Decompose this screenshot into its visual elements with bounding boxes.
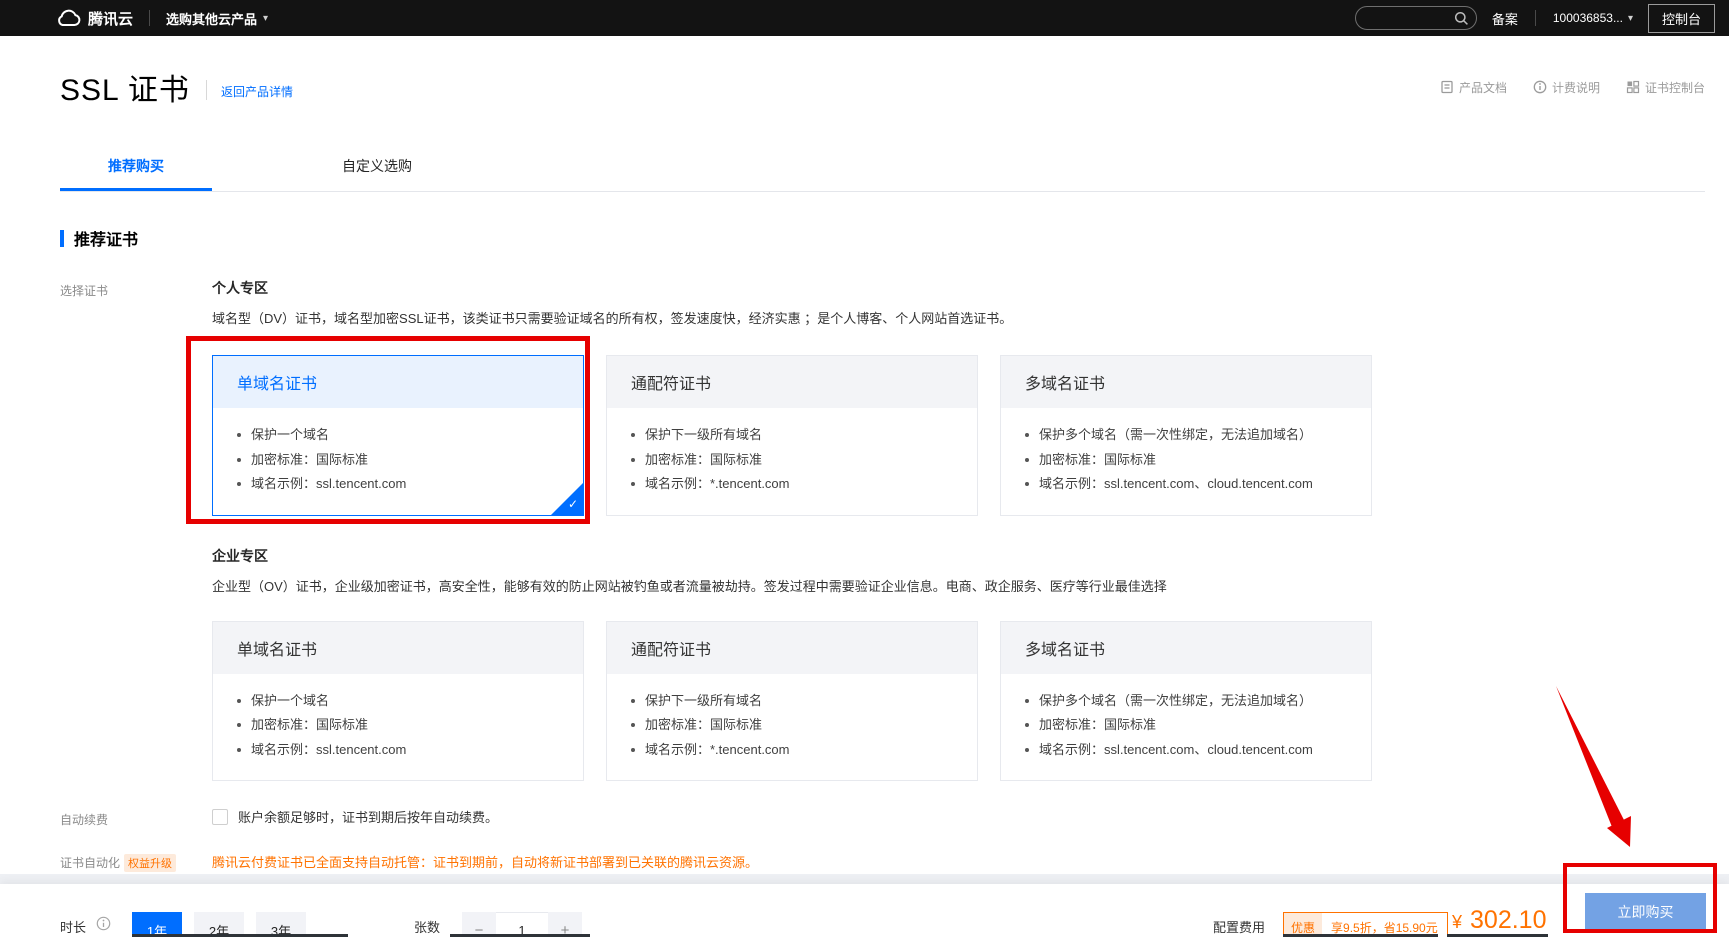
check-icon: ✓ [568, 497, 578, 511]
cloud-icon [55, 9, 81, 27]
document-icon [1440, 80, 1454, 94]
caret-down-icon: ▾ [263, 13, 268, 24]
benefit-upgrade-badge: 权益升级 [124, 854, 176, 872]
nav-search-box[interactable] [1355, 6, 1477, 30]
personal-zone-title: 个人专区 [212, 278, 1373, 298]
card-wildcard[interactable]: 通配符证书 保护下一级所有域名 加密标准：国际标准 域名示例：*.tencent… [606, 355, 978, 516]
automation-label: 证书自动化 [60, 854, 120, 871]
card-feature: 域名示例：ssl.tencent.com、cloud.tencent.com [1025, 472, 1347, 497]
enterprise-zone-desc: 企业型（OV）证书，企业级加密证书，高安全性，能够有效的防止网站被钓鱼或者流量被… [212, 576, 1373, 595]
personal-cards: 单域名证书 保护一个域名 加密标准：国际标准 域名示例：ssl.tencent.… [212, 355, 1373, 516]
brand-text: 腾讯云 [88, 8, 133, 29]
card-feature: 加密标准：国际标准 [237, 448, 559, 473]
section-accent-bar [60, 230, 64, 247]
account-menu[interactable]: 100036853... ▾ [1553, 11, 1633, 25]
card-feature: 域名示例：*.tencent.com [631, 472, 953, 497]
auto-renew-text: 账户余额足够时，证书到期后按年自动续费。 [238, 807, 498, 826]
beian-link[interactable]: 备案 [1492, 9, 1518, 28]
tab-custom[interactable]: 自定义选购 [302, 144, 452, 191]
card-wildcard-ov[interactable]: 通配符证书 保护下一级所有域名 加密标准：国际标准 域名示例：*.tencent… [606, 621, 978, 782]
auto-renew-label: 自动续费 [60, 807, 212, 828]
section-header: 推荐证书 [60, 226, 1705, 250]
title-divider [206, 80, 207, 100]
tab-recommended[interactable]: 推荐购买 [60, 144, 212, 191]
card-title: 通配符证书 [607, 356, 977, 408]
card-title: 单域名证书 [213, 356, 583, 408]
card-multi-domain-ov[interactable]: 多域名证书 保护多个域名（需一次性绑定，无法追加域名） 加密标准：国际标准 域名… [1000, 621, 1372, 782]
card-feature: 保护一个域名 [237, 423, 559, 448]
cert-console-link[interactable]: 证书控制台 [1626, 79, 1705, 96]
currency-symbol: ¥ [1452, 912, 1462, 933]
product-docs-link[interactable]: 产品文档 [1440, 79, 1507, 96]
card-feature: 加密标准：国际标准 [237, 713, 559, 738]
nav-divider [1535, 10, 1536, 26]
info-icon [1533, 80, 1547, 94]
card-feature: 加密标准：国际标准 [631, 713, 953, 738]
card-multi-domain[interactable]: 多域名证书 保护多个域名（需一次性绑定，无法追加域名） 加密标准：国际标准 域名… [1000, 355, 1372, 516]
duration-label: 时长 [60, 917, 86, 936]
auto-renew-checkbox[interactable] [212, 809, 228, 825]
other-products-menu[interactable]: 选购其他云产品 ▾ [166, 9, 268, 28]
card-single-domain-ov[interactable]: 单域名证书 保护一个域名 加密标准：国际标准 域名示例：ssl.tencent.… [212, 621, 584, 782]
back-to-product-link[interactable]: 返回产品详情 [221, 83, 293, 100]
card-title: 单域名证书 [213, 622, 583, 674]
account-id: 100036853... [1553, 11, 1623, 25]
card-title: 多域名证书 [1001, 356, 1371, 408]
selected-corner: ✓ [551, 483, 583, 515]
section-title: 推荐证书 [74, 226, 138, 250]
total-price: ¥ 302.10 [1452, 906, 1546, 935]
card-single-domain[interactable]: 单域名证书 保护一个域名 加密标准：国际标准 域名示例：ssl.tencent.… [212, 355, 584, 516]
card-feature: 加密标准：国际标准 [631, 448, 953, 473]
bottom-bar-shade [0, 874, 1729, 884]
product-docs-label: 产品文档 [1459, 79, 1507, 96]
purchase-bottom-bar: 时长 1年 2年 3年 张数 − + 配置费用 优惠 享9.5折，省15.90元… [0, 884, 1729, 937]
price-amount: 302.10 [1470, 906, 1546, 935]
buy-now-button[interactable]: 立即购买 [1585, 893, 1706, 931]
duration-info-icon[interactable] [96, 916, 111, 931]
card-feature: 加密标准：国际标准 [1025, 713, 1347, 738]
top-nav: 腾讯云 选购其他云产品 ▾ 备案 100036853... ▾ 控制台 [0, 0, 1729, 36]
card-feature: 保护下一级所有域名 [631, 689, 953, 714]
caret-down-icon: ▾ [1628, 13, 1633, 24]
console-button[interactable]: 控制台 [1648, 4, 1715, 33]
card-feature: 保护下一级所有域名 [631, 423, 953, 448]
grid-icon [1626, 80, 1640, 94]
page-title: SSL 证书 [60, 65, 190, 109]
card-feature: 加密标准：国际标准 [1025, 448, 1347, 473]
purchase-tabs: 推荐购买 自定义选购 [60, 144, 1705, 192]
enterprise-zone-title: 企业专区 [212, 546, 1373, 566]
card-feature: 保护一个域名 [237, 689, 559, 714]
search-icon[interactable] [1454, 11, 1469, 26]
card-title: 多域名证书 [1001, 622, 1371, 674]
billing-info-label: 计费说明 [1552, 79, 1600, 96]
card-feature: 域名示例：ssl.tencent.com [237, 472, 559, 497]
cert-console-label: 证书控制台 [1645, 79, 1705, 96]
card-title: 通配符证书 [607, 622, 977, 674]
other-products-label: 选购其他云产品 [166, 9, 257, 28]
quantity-label: 张数 [414, 917, 440, 936]
select-cert-label: 选择证书 [60, 278, 212, 781]
card-feature: 域名示例：*.tencent.com [631, 738, 953, 763]
config-cost-label: 配置费用 [1213, 917, 1265, 936]
automation-text: 腾讯云付费证书已全面支持自动托管：证书到期前，自动将新证书部署到已关联的腾讯云资… [212, 852, 758, 871]
search-input[interactable] [1363, 11, 1454, 25]
personal-zone-desc: 域名型（DV）证书，域名型加密SSL证书，该类证书只需要验证域名的所有权，签发速… [212, 308, 1373, 327]
card-feature: 域名示例：ssl.tencent.com [237, 738, 559, 763]
page-header: SSL 证书 返回产品详情 产品文档 计费说明 [60, 66, 1705, 108]
card-feature: 保护多个域名（需一次性绑定，无法追加域名） [1025, 423, 1347, 448]
billing-info-link[interactable]: 计费说明 [1533, 79, 1600, 96]
card-feature: 保护多个域名（需一次性绑定，无法追加域名） [1025, 689, 1347, 714]
tencent-cloud-logo[interactable]: 腾讯云 [55, 8, 133, 29]
card-feature: 域名示例：ssl.tencent.com、cloud.tencent.com [1025, 738, 1347, 763]
enterprise-cards: 单域名证书 保护一个域名 加密标准：国际标准 域名示例：ssl.tencent.… [212, 621, 1373, 782]
nav-divider [149, 10, 150, 26]
